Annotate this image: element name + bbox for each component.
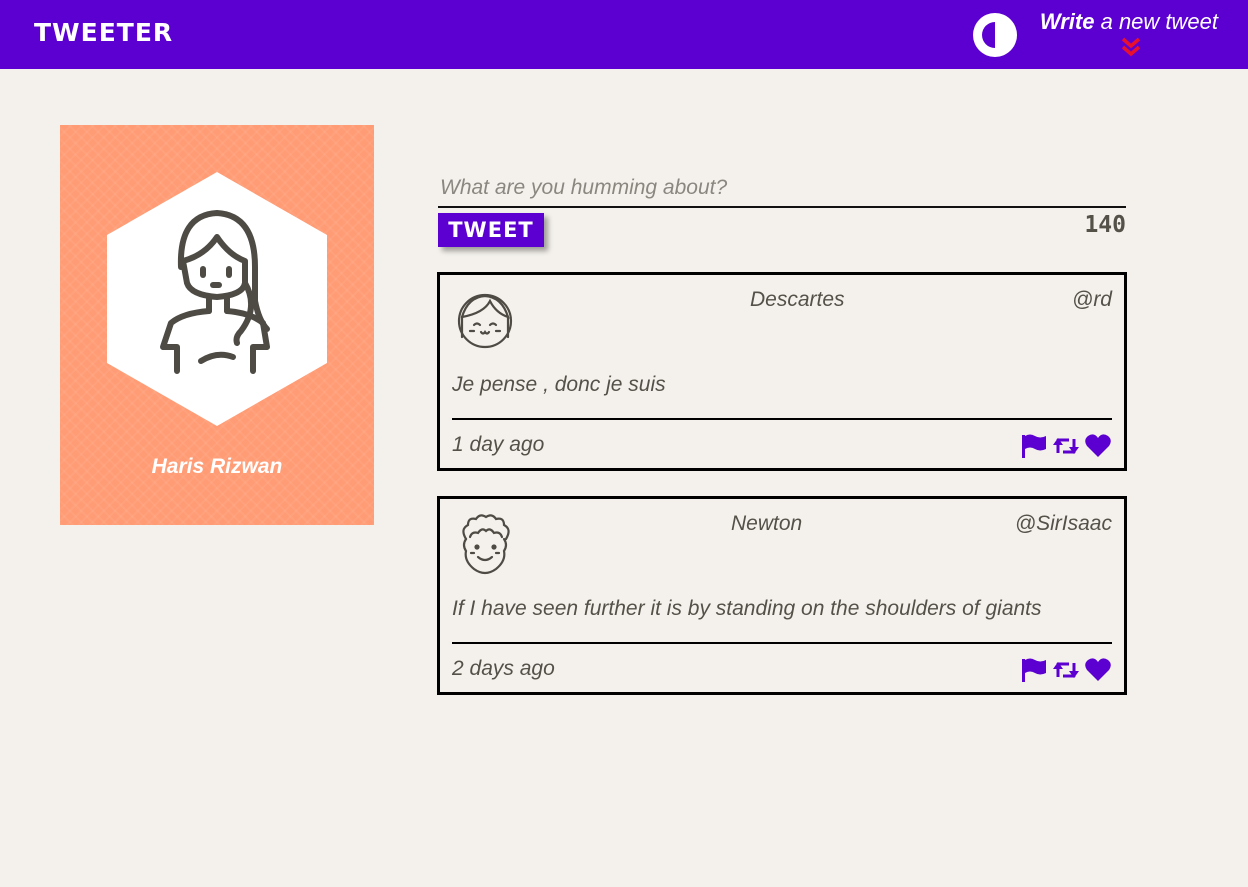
tweet-divider — [452, 642, 1112, 644]
tweet-card: Newton @SirIsaac If I have seen further … — [437, 496, 1127, 695]
retweet-icon[interactable] — [1052, 657, 1080, 683]
tweet-author: Newton — [731, 512, 803, 535]
tweet-input[interactable] — [438, 170, 1126, 208]
tweet-time: 2 days ago — [452, 657, 555, 680]
write-suffix: a new tweet — [1094, 9, 1218, 34]
theme-toggle-icon[interactable] — [970, 10, 1020, 60]
write-new-tweet-toggle[interactable]: Write a new tweet — [1040, 8, 1222, 62]
profile-name: Haris Rizwan — [151, 455, 283, 478]
tweet-body: Je pense , donc je suis — [452, 373, 666, 396]
tweet-handle[interactable]: @rd — [1072, 287, 1112, 313]
write-new-tweet-label: Write a new tweet — [1040, 8, 1218, 36]
girl-face-icon — [457, 293, 513, 349]
tweet-composer: TWEET 140 — [438, 170, 1126, 250]
navbar: TWEETER Write a new tweet — [0, 0, 1248, 69]
char-counter: 140 — [1084, 212, 1126, 238]
heart-icon[interactable] — [1084, 433, 1112, 459]
tweet-handle[interactable]: @SirIsaac — [1015, 511, 1112, 537]
double-chevron-down-icon — [1121, 37, 1141, 57]
flag-icon[interactable] — [1020, 657, 1048, 683]
tweet-body: If I have seen further it is by standing… — [452, 597, 1042, 620]
flag-icon[interactable] — [1020, 433, 1048, 459]
tweet-author: Descartes — [750, 288, 845, 311]
heart-icon[interactable] — [1084, 657, 1112, 683]
profile-card: Haris Rizwan — [60, 125, 374, 525]
brand-logo[interactable]: TWEETER — [34, 18, 173, 48]
tweet-time: 1 day ago — [452, 433, 545, 456]
curly-hair-face-icon — [462, 514, 510, 575]
tweet-divider — [452, 418, 1112, 420]
write-prefix: Write — [1039, 9, 1095, 34]
woman-avatar-icon — [107, 172, 327, 426]
tweet-card: Descartes @rd Je pense , donc je suis 1 … — [437, 272, 1127, 471]
tweet-actions — [1020, 657, 1112, 683]
tweet-button[interactable]: TWEET — [438, 213, 544, 247]
tweet-actions — [1020, 433, 1112, 459]
retweet-icon[interactable] — [1052, 433, 1080, 459]
